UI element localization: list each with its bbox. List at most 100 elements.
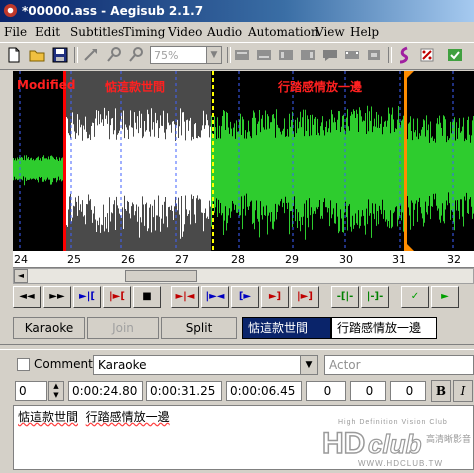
tick-label: 29 [285,253,299,266]
tick-label: 26 [121,253,135,266]
end-marker-flag [404,241,414,251]
menu-file[interactable]: File [4,22,27,42]
syllable-label-2: 行踏感情放一邊 [278,80,363,94]
layer-field[interactable]: 0 [15,381,47,401]
menu-timing[interactable]: Timing [123,22,165,42]
margin-right-field[interactable]: 0 [350,381,386,401]
italic-button[interactable]: I [453,380,473,402]
help-icon[interactable] [446,46,464,64]
next-line-button[interactable]: ►► [43,286,71,308]
scroll-left-icon[interactable]: ◄ [14,269,28,283]
svg-text:WWW.HDCLUB.TW: WWW.HDCLUB.TW [358,459,443,468]
menu-view[interactable]: View [315,22,345,42]
timeline-ruler[interactable]: 24 25 26 27 28 29 30 31 32 [13,251,474,268]
tick-label: 32 [447,253,461,266]
style-value: Karaoke [98,358,147,372]
tick-label: 24 [14,253,28,266]
waveform-graphic [13,71,474,251]
menu-edit[interactable]: Edit [35,22,60,42]
subtitle-comment-icon[interactable] [321,46,339,64]
karaoke-toggle-button[interactable]: Karaoke [13,317,85,339]
style-manager-icon[interactable] [299,46,317,64]
selection-end-marker[interactable] [404,71,407,251]
play-line-button[interactable]: |►[ [103,286,131,308]
toolbar-separator [388,47,392,63]
selection-start-marker[interactable] [63,71,66,251]
duration-value: 0:00:06.45 [230,384,296,398]
split-button[interactable]: Split [161,317,237,339]
chevron-down-icon[interactable]: ▼ [206,47,221,63]
options-icon[interactable] [418,46,436,64]
zoom-out-icon[interactable] [127,46,145,64]
window-title: *00000.ass - Aegisub 2.1.7 [22,4,204,18]
tick-label: 28 [231,253,245,266]
text-syllable: 惦這款世間 [18,410,79,424]
lead-in-button[interactable]: -[|- [331,286,359,308]
bold-button[interactable]: B [431,380,451,402]
svg-text:HD: HD [322,427,365,460]
tick-label: 25 [67,253,81,266]
audio-scrollbar[interactable]: ◄ [13,268,474,284]
jump-to-icon[interactable] [82,46,100,64]
video-frame-icon[interactable] [343,46,361,64]
toolbar-separator [74,47,78,63]
play-after-button[interactable]: |►◄ [201,286,229,308]
video-jump-start-icon[interactable] [255,46,273,64]
video-snap-icon[interactable] [233,46,251,64]
actor-input[interactable]: Actor [324,355,474,375]
margin-left-field[interactable]: 0 [306,381,346,401]
hdclub-logo: High Definition Vision Club HD club 高清晰影… [321,419,471,468]
menu-video[interactable]: Video [168,22,202,42]
audio-controls: ◄◄ ►► ►|[ |►[ ■ ►|◄ |►◄ [► ►] |►] -[|- |… [13,286,474,310]
chevron-down-icon[interactable]: ▼ [300,356,317,374]
play-to-end-button[interactable]: |►] [291,286,319,308]
spin-up-icon[interactable]: ▲ [49,382,63,391]
play-before-button[interactable]: ►|◄ [171,286,199,308]
timing-shift-icon[interactable] [365,46,383,64]
margin-vertical-field[interactable]: 0 [390,381,426,401]
svg-text:club: club [368,429,422,459]
toolbar-separator [227,47,231,63]
spin-down-icon[interactable]: ▼ [49,391,63,400]
karaoke-syllable[interactable]: 行踏感情放一邊 [331,317,437,339]
hdclub-watermark: High Definition Vision Club HD club 高清晰影… [318,415,474,470]
menu-audio[interactable]: Audio [207,22,242,42]
menu-help[interactable]: Help [350,22,379,42]
start-time-field[interactable]: 0:00:24.80 [68,381,143,401]
stop-button[interactable]: ■ [133,286,161,308]
join-button[interactable]: Join [87,317,159,339]
layer-spinner[interactable]: ▲ ▼ [48,381,64,401]
automation-icon[interactable] [395,46,413,64]
prev-line-button[interactable]: ◄◄ [13,286,41,308]
duration-field[interactable]: 0:00:06.45 [226,381,302,401]
goto-button[interactable]: ► [431,286,459,308]
zoom-in-icon[interactable] [105,46,123,64]
zoom-select[interactable]: 75% ▼ [150,46,222,64]
tick-label: 30 [339,253,353,266]
style-select[interactable]: Karaoke ▼ [93,355,318,375]
play-selection-button[interactable]: ►|[ [73,286,101,308]
menu-subtitles[interactable]: Subtitles [70,22,124,42]
save-icon[interactable] [51,46,69,64]
end-time-value: 0:00:31.25 [150,384,216,398]
margin-left-value: 0 [323,384,332,398]
new-file-icon[interactable] [5,46,23,64]
scrollbar-thumb[interactable] [125,270,197,282]
open-folder-icon[interactable] [28,46,46,64]
svg-text:High Definition Vision Club: High Definition Vision Club [338,419,448,426]
video-jump-end-icon[interactable] [277,46,295,64]
play-last-500ms-button[interactable]: ►] [261,286,289,308]
lead-out-button[interactable]: |-]- [361,286,389,308]
karaoke-syllable-selected[interactable]: 惦這款世間 [242,317,331,339]
end-time-field[interactable]: 0:00:31.25 [146,381,222,401]
title-bar: *00000.ass - Aegisub 2.1.7 [0,0,474,22]
comment-checkbox[interactable] [17,358,30,371]
menu-automation[interactable]: Automation [248,22,319,42]
audio-waveform[interactable]: Modified 惦這款世間 行踏感情放一邊 [13,71,474,251]
commit-button[interactable]: ✓ [401,286,429,308]
play-first-500ms-button[interactable]: [► [231,286,259,308]
tick-label: 31 [392,253,406,266]
panel-divider[interactable] [0,344,474,350]
margin-vertical-value: 0 [405,384,414,398]
layer-value: 0 [19,384,27,398]
